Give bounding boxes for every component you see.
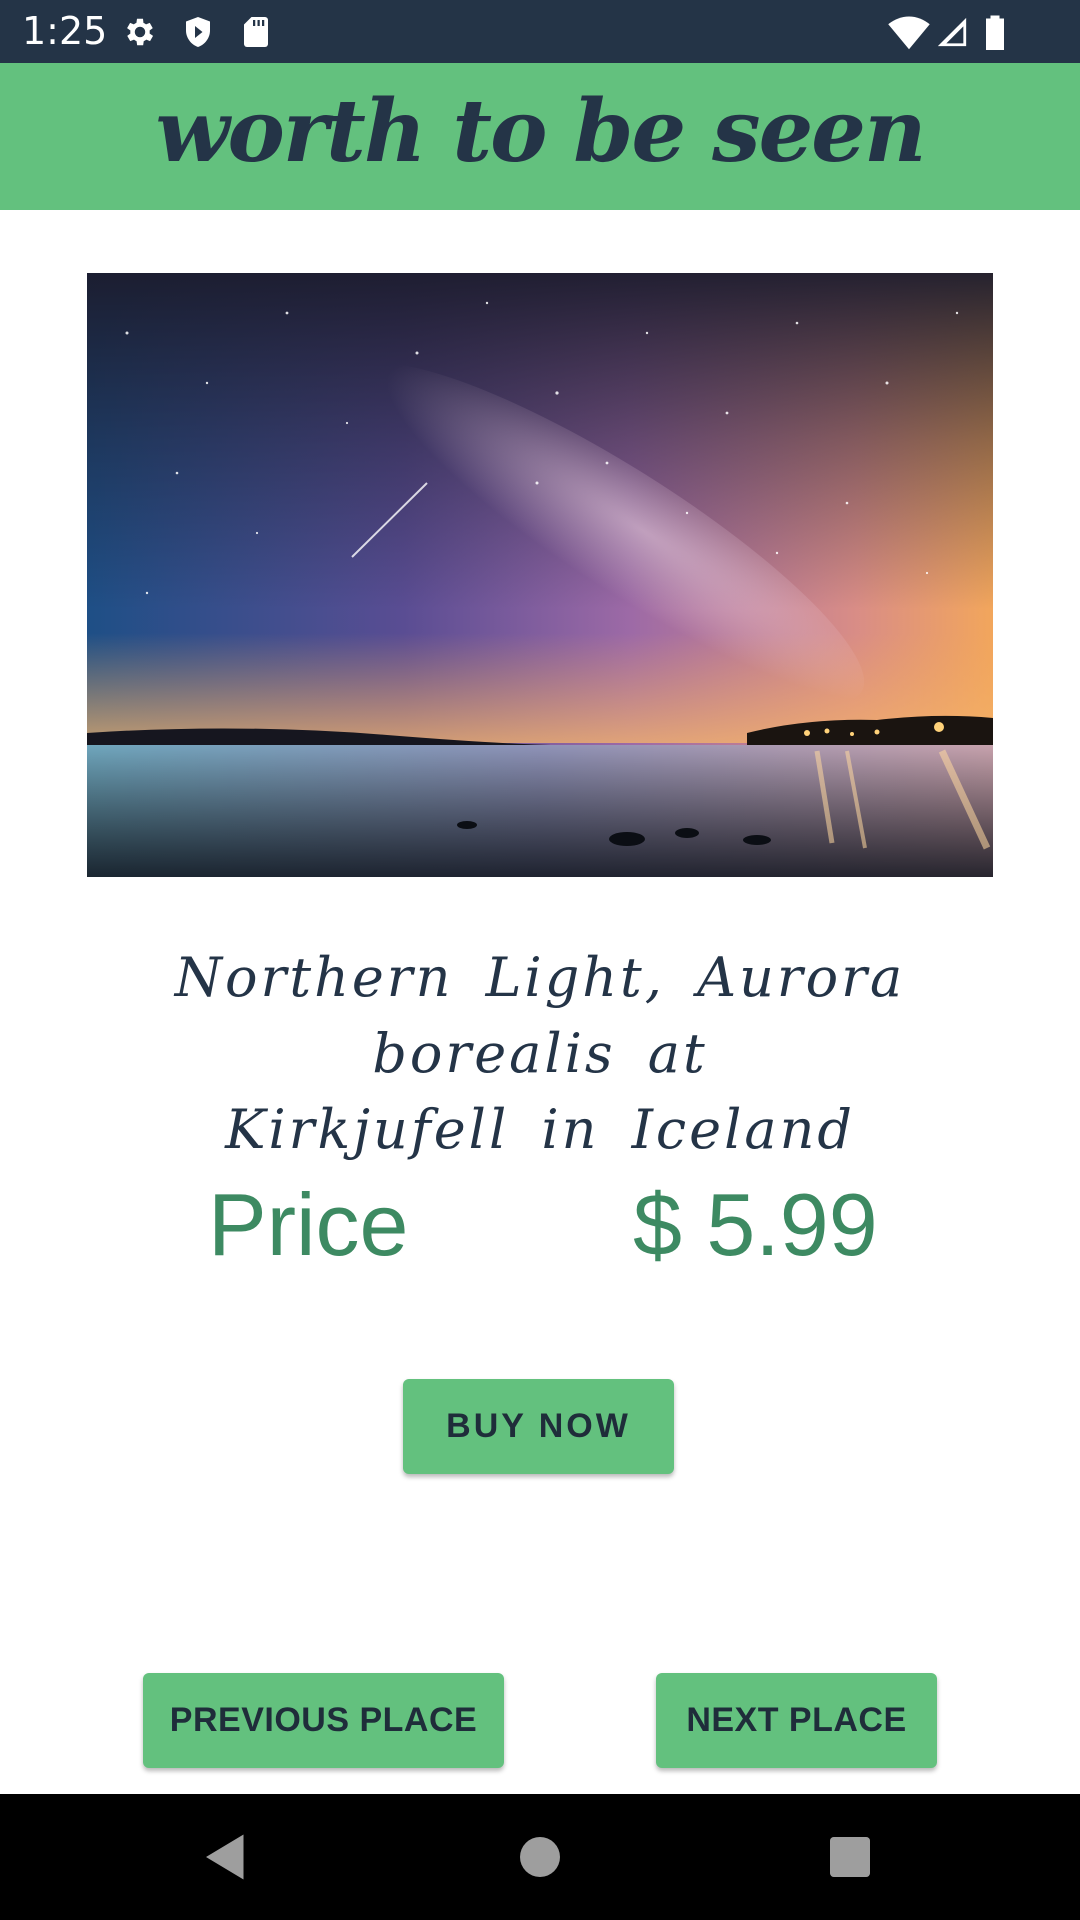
wifi-icon xyxy=(888,16,930,50)
signal-icon xyxy=(937,17,967,47)
app-header: worth to be seen xyxy=(0,63,1080,210)
sd-card-icon xyxy=(244,17,268,47)
system-nav-bar xyxy=(0,1794,1080,1920)
buy-now-button[interactable]: BUY NOW xyxy=(403,1379,674,1474)
place-caption-line-1: Northern Light, Aurora borealis at xyxy=(174,946,906,1085)
battery-icon xyxy=(986,15,1004,50)
status-time: 1:25 xyxy=(22,9,108,53)
gear-icon xyxy=(127,18,154,46)
price-value: $ 5.99 xyxy=(633,1175,878,1274)
shield-play-icon xyxy=(186,17,210,47)
status-bar: 1:25 xyxy=(0,0,1080,63)
night-sky-photo xyxy=(87,273,993,877)
place-caption-line-2: Kirkjufell in Iceland xyxy=(225,1098,855,1161)
place-photo xyxy=(87,273,993,877)
previous-place-button[interactable]: PREVIOUS PLACE xyxy=(143,1673,504,1768)
next-place-button[interactable]: NEXT PLACE xyxy=(656,1673,937,1768)
recents-icon[interactable] xyxy=(820,1827,880,1887)
app-title: worth to be seen xyxy=(155,81,926,182)
home-icon[interactable] xyxy=(510,1827,570,1887)
price-label: Price xyxy=(208,1175,409,1274)
back-icon[interactable] xyxy=(196,1827,256,1887)
place-caption: Northern Light, Aurora borealis at Kirkj… xyxy=(90,940,990,1168)
